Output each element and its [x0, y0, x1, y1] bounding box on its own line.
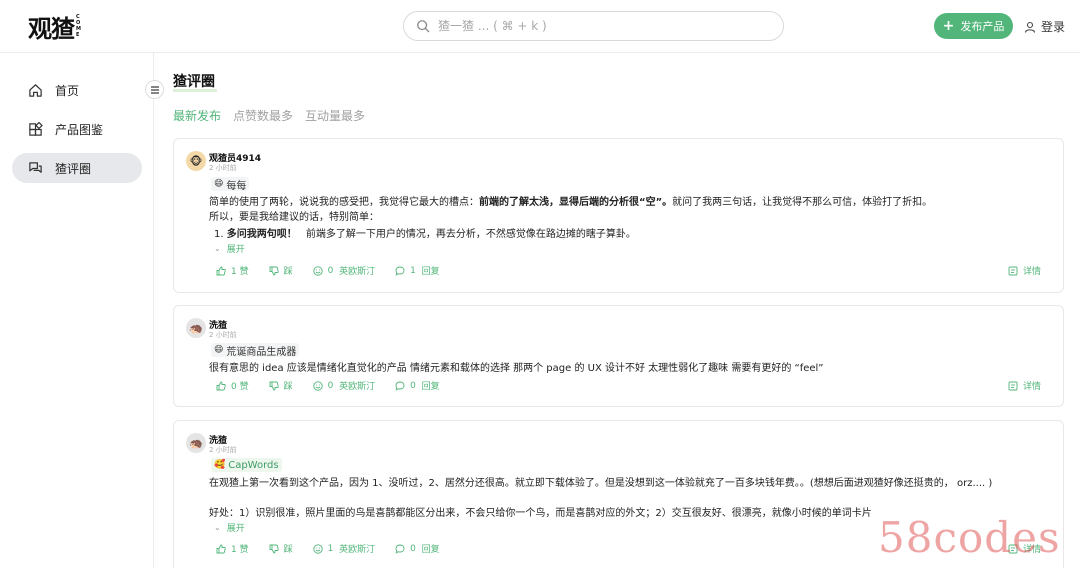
publish-label: 发布产品	[960, 20, 1005, 33]
user-icon	[1024, 21, 1036, 33]
sidebar-item-label: 首页	[55, 83, 80, 98]
avatar[interactable]: 🦔	[186, 318, 206, 338]
tab-latest[interactable]: 最新发布	[173, 107, 221, 124]
detail-link[interactable]: 详情	[1008, 264, 1041, 277]
plus-icon: +	[942, 18, 955, 34]
watermark: 58codes	[878, 513, 1061, 562]
sort-tabs: 最新发布 点赞数最多 互动量最多	[173, 107, 377, 124]
top-header: 观猹 C O M E + 发布产品 登录	[0, 0, 1080, 53]
timestamp: 2 小时前	[209, 331, 237, 339]
thumbs-up-icon	[216, 266, 226, 275]
logo-text: 观猹	[28, 14, 75, 43]
reply-button[interactable]: 0 回复	[395, 542, 440, 555]
sidebar-item-products[interactable]: 产品图鉴	[12, 114, 142, 144]
product-tag[interactable]: 😄 每每	[211, 177, 250, 192]
action-bar: 1 赞 踩 0 英欧斯汀 1 回复	[216, 264, 460, 277]
avatar[interactable]: 🐵	[186, 151, 206, 171]
timestamp: 2 小时前	[209, 164, 237, 172]
logo[interactable]: 观猹 C O M E	[28, 10, 81, 43]
thumbs-down-icon	[269, 381, 279, 390]
grid-icon	[29, 121, 43, 136]
comment-icon	[395, 544, 405, 554]
expand-button[interactable]: ⌄ 展开	[214, 521, 245, 534]
tab-most-interactive[interactable]: 互动量最多	[305, 107, 365, 124]
login-link[interactable]: 登录	[1024, 18, 1065, 35]
review-text-line: 好处：1）识别很准，照片里面的鸟是喜鹊都能区分出来，不会只给你一个鸟，而是喜鹊对…	[209, 508, 872, 519]
product-tag[interactable]: 😄 荒诞商品生成器	[211, 343, 300, 358]
review-card[interactable]: 🐵 观猹员4914 2 小时前 😄 每每 简单的使用了两轮，说说我的感受把，我觉…	[173, 138, 1064, 293]
love-emoji-icon: 🥰	[214, 460, 226, 470]
timestamp: 2 小时前	[209, 446, 237, 454]
product-name: CapWords	[228, 459, 279, 471]
comment-icon	[395, 381, 405, 391]
login-label: 登录	[1041, 20, 1066, 34]
thumbs-up-icon	[216, 381, 226, 390]
sidebar-item-reviews[interactable]: 猹评圈	[12, 153, 142, 183]
action-bar: 1 赞 踩 1 英欧斯汀 0 回复	[216, 542, 460, 555]
like-button[interactable]: 0 赞	[216, 379, 249, 392]
emoji-reaction-button[interactable]: 0 英欧斯汀	[312, 264, 375, 277]
reply-button[interactable]: 0 回复	[395, 379, 440, 392]
dislike-button[interactable]: 踩	[269, 542, 293, 555]
menu-icon	[150, 85, 159, 94]
detail-link[interactable]: 详情	[1008, 379, 1041, 392]
product-name: 荒诞商品生成器	[226, 346, 297, 358]
logo-side-text: C O M E	[76, 14, 81, 38]
sidebar-item-label: 猹评圈	[55, 161, 92, 176]
smile-emoji-icon: 😄	[214, 179, 224, 189]
like-button[interactable]: 1 赞	[216, 264, 249, 277]
reply-button[interactable]: 1 回复	[395, 264, 440, 277]
sidebar-item-label: 产品图鉴	[55, 122, 104, 137]
avatar[interactable]: 🦔	[186, 433, 206, 453]
emoji-reaction-button[interactable]: 1 英欧斯汀	[312, 542, 375, 555]
smile-icon	[312, 265, 323, 276]
emoji-reaction-button[interactable]: 0 英欧斯汀	[312, 379, 375, 392]
search-input[interactable]	[438, 19, 758, 33]
like-button[interactable]: 1 赞	[216, 542, 249, 555]
chat-icon	[29, 161, 42, 173]
review-text-line: 所以，要是我给建议的话，特别简单：	[209, 212, 379, 223]
smile-emoji-icon: 😄	[214, 345, 224, 355]
detail-icon	[1008, 266, 1018, 275]
thumbs-down-icon	[269, 266, 279, 275]
sidebar-collapse-button[interactable]	[145, 80, 164, 99]
chevron-down-icon: ⌄	[214, 244, 221, 253]
action-bar: 0 赞 踩 0 英欧斯汀 0 回复	[216, 379, 460, 392]
product-name: 每每	[226, 180, 247, 192]
review-list-item: 1. 多问我两句呗！ 前端多了解一下用户的情况，再去分析，不然感觉像在路边摊的瞎…	[214, 229, 636, 240]
smile-icon	[312, 380, 323, 391]
smile-icon	[312, 543, 323, 554]
chevron-down-icon: ⌄	[214, 523, 221, 532]
dislike-button[interactable]: 踩	[269, 379, 293, 392]
sidebar-item-home[interactable]: 首页	[12, 75, 142, 105]
thumbs-up-icon	[216, 544, 226, 553]
home-icon	[29, 83, 42, 97]
review-text-line: 简单的使用了两轮，说说我的感受把，我觉得它最大的槽点：前端的了解太浅，显得后端的…	[209, 197, 933, 208]
expand-button[interactable]: ⌄ 展开	[214, 242, 245, 255]
search-icon	[417, 20, 430, 33]
product-tag[interactable]: 🥰 CapWords	[211, 458, 282, 472]
review-text-line: 在观猹上第一次看到这个产品，因为 1、没听过，2、居然分还很高。就立即下载体验了…	[209, 478, 993, 489]
review-card[interactable]: 🦔 洗猹 2 小时前 😄 荒诞商品生成器 很有意思的 idea 应该是情绪化直觉…	[173, 305, 1064, 407]
search-bar[interactable]	[403, 11, 784, 41]
dislike-button[interactable]: 踩	[269, 264, 293, 277]
review-text-line: 很有意思的 idea 应该是情绪化直觉化的产品 情绪元素和载体的选择 那两个 p…	[209, 363, 824, 374]
publish-product-button[interactable]: + 发布产品	[934, 13, 1013, 39]
comment-icon	[395, 266, 405, 276]
page-title: 猹评圈	[173, 74, 215, 90]
tab-most-liked[interactable]: 点赞数最多	[233, 107, 293, 124]
detail-icon	[1008, 381, 1018, 390]
sidebar: 首页 产品图鉴 猹评圈	[0, 53, 154, 568]
thumbs-down-icon	[269, 544, 279, 553]
